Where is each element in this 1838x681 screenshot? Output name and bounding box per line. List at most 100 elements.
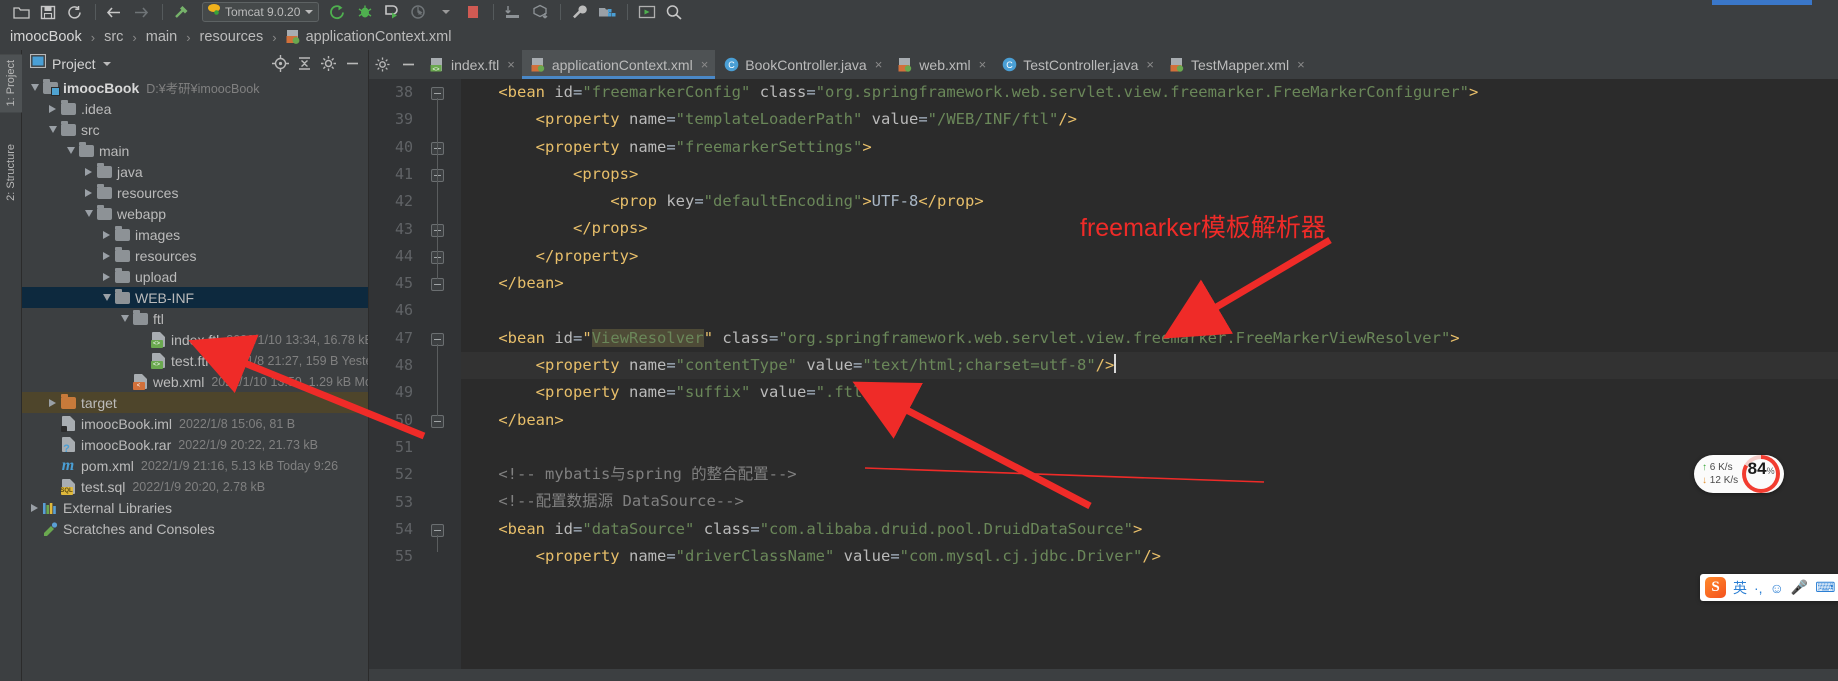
code-line-45[interactable]: </bean> <box>461 270 1838 297</box>
breadcrumb-item-1[interactable]: src <box>104 29 123 45</box>
chevron-down-icon[interactable] <box>118 315 131 322</box>
editor-tab-web-xml[interactable]: web.xml × <box>889 50 994 79</box>
memory-usage-ring[interactable]: 84 % <box>1742 455 1781 493</box>
code-line-53[interactable]: <!--配置数据源 DataSource--> <box>461 488 1838 515</box>
tree-row-test-ftl[interactable]: <> test.ftl 2022/1/8 21:27, 159 B Yester <box>22 350 368 371</box>
chevron-down-icon[interactable] <box>305 10 314 14</box>
breadcrumb-item-2[interactable]: main <box>146 29 177 45</box>
tree-row-webapp[interactable]: webapp <box>22 203 368 224</box>
tree-row-images[interactable]: images <box>22 224 368 245</box>
chevron-right-icon[interactable] <box>100 230 113 239</box>
close-icon[interactable]: × <box>875 57 883 72</box>
tree-row-main[interactable]: main <box>22 140 368 161</box>
search-everywhere-icon[interactable] <box>661 1 687 23</box>
chevron-down-icon[interactable] <box>102 61 111 66</box>
chevron-down-icon[interactable] <box>28 84 41 91</box>
tree-row--idea[interactable]: .idea <box>22 98 368 119</box>
chevron-right-icon[interactable] <box>46 104 59 113</box>
tree-row-resources[interactable]: resources <box>22 245 368 266</box>
sogou-logo-icon[interactable]: S <box>1705 577 1726 598</box>
run-configuration-selector[interactable]: Tomcat 9.0.20 <box>202 2 320 22</box>
code-fold-toggle[interactable] <box>431 414 444 428</box>
editor-tab-applicationcontext-xml[interactable]: applicationContext.xml × <box>521 50 716 79</box>
tree-row-imoocbook[interactable]: imoocBook D:¥考研¥imoocBook <box>22 77 368 98</box>
code-line-38[interactable]: <bean id="freemarkerConfig" class="org.s… <box>461 79 1838 106</box>
code-line-49[interactable]: <property name="suffix" value=".ftl"/> <box>461 379 1838 406</box>
open-folder-icon[interactable] <box>8 1 34 23</box>
tree-row-ftl[interactable]: ftl <box>22 308 368 329</box>
run-icon[interactable] <box>325 1 351 23</box>
tree-row-resources[interactable]: resources <box>22 182 368 203</box>
tree-row-src[interactable]: src <box>22 119 368 140</box>
tree-row-web-xml[interactable]: < web.xml 2022/1/10 13:50, 1.29 kB Mon <box>22 371 368 392</box>
settings-gear-icon[interactable] <box>316 53 340 75</box>
back-icon[interactable] <box>102 1 128 23</box>
punctuation-icon[interactable]: ·, <box>1754 580 1763 596</box>
project-structure-icon[interactable] <box>594 1 620 23</box>
tree-row-index-ftl[interactable]: <> index.ftl 2022/1/10 13:34, 16.78 kB <box>22 329 368 350</box>
collapse-all-icon[interactable] <box>292 53 316 75</box>
chevron-down-icon[interactable] <box>100 294 113 301</box>
run-with-coverage-icon[interactable] <box>379 1 405 23</box>
tree-row-upload[interactable]: upload <box>22 266 368 287</box>
settings-wrench-icon[interactable] <box>567 1 593 23</box>
code-editor[interactable]: 38 39 40 41 42 43 44 45 46 47 48 49 50 51 52 53 54 55 <be… <box>369 79 1838 681</box>
code-line-52[interactable]: <!-- mybatis与spring 的整合配置--> <box>461 461 1838 488</box>
sync-icon[interactable] <box>62 1 88 23</box>
tree-row-pom-xml[interactable]: m pom.xml 2022/1/9 21:16, 5.13 kB Today 9:… <box>22 455 368 476</box>
chevron-right-icon[interactable] <box>46 398 59 407</box>
build-hammer-icon[interactable] <box>169 1 195 23</box>
voice-icon[interactable]: 🎤 <box>1791 579 1808 596</box>
debug-icon[interactable] <box>352 1 378 23</box>
ime-mode-label[interactable]: 英 <box>1733 578 1747 598</box>
code-line-41[interactable]: <props> <box>461 161 1838 188</box>
project-tree[interactable]: imoocBook D:¥考研¥imoocBook .idea src main java… <box>22 77 368 681</box>
rail-tab-project[interactable]: 1: Project <box>0 54 22 113</box>
chevron-right-icon[interactable] <box>82 167 95 176</box>
chevron-right-icon[interactable] <box>28 503 41 512</box>
code-line-40[interactable]: <property name="freemarkerSettings"> <box>461 134 1838 161</box>
close-icon[interactable]: × <box>701 57 709 72</box>
chevron-right-icon[interactable] <box>100 272 113 281</box>
close-icon[interactable]: × <box>507 57 515 72</box>
chevron-right-icon[interactable] <box>100 251 113 260</box>
profile-dropdown-icon[interactable] <box>433 1 459 23</box>
hide-panel-icon[interactable] <box>395 50 421 79</box>
code-line-54[interactable]: <bean id="dataSource" class="com.alibaba… <box>461 516 1838 543</box>
run-anything-icon[interactable] <box>634 1 660 23</box>
tree-row-scratches-and-consoles[interactable]: Scratches and Consoles <box>22 518 368 539</box>
code-fold-toggle[interactable] <box>431 278 444 292</box>
editor-tab-testmapper-xml[interactable]: TestMapper.xml × <box>1161 50 1312 79</box>
code-line-48[interactable]: <property name="contentType" value="text… <box>461 351 1838 380</box>
editor-tab-bookcontroller-java[interactable]: C BookController.java × <box>715 50 890 79</box>
locate-icon[interactable] <box>268 53 292 75</box>
editor-tab-testcontroller-java[interactable]: C TestController.java × <box>993 50 1162 79</box>
editor-tabs[interactable]: <> index.ftl × applicationContext.xml × C Book… <box>421 50 1312 79</box>
stop-icon[interactable] <box>460 1 486 23</box>
save-all-icon[interactable] <box>35 1 61 23</box>
code-line-51[interactable] <box>461 434 1838 461</box>
code-line-39[interactable]: <property name="templateLoaderPath" valu… <box>461 106 1838 133</box>
keyboard-icon[interactable]: ⌨ <box>1815 579 1835 596</box>
tree-row-target[interactable]: target <box>22 392 368 413</box>
tree-row-imoocbook-iml[interactable]: imoocBook.iml 2022/1/8 15:06, 81 B <box>22 413 368 434</box>
tree-row-test-sql[interactable]: SQL test.sql 2022/1/9 20:20, 2.78 kB <box>22 476 368 497</box>
chevron-down-icon[interactable] <box>82 210 95 217</box>
close-icon[interactable]: × <box>1297 57 1305 72</box>
chevron-right-icon[interactable] <box>82 188 95 197</box>
breadcrumb-item-4[interactable]: applicationContext.xml <box>306 29 452 45</box>
code-line-50[interactable]: </bean> <box>461 407 1838 434</box>
network-speed-widget[interactable]: ↑ 6 K/s ↓ 12 K/s 84 % <box>1694 455 1785 493</box>
sogou-ime-bar[interactable]: S 英 ·, ☺ 🎤 ⌨ <box>1700 574 1838 601</box>
breadcrumb-item-0[interactable]: imoocBook <box>10 29 82 45</box>
chevron-down-icon[interactable] <box>64 147 77 154</box>
tree-row-web-inf[interactable]: WEB-INF <box>22 287 368 308</box>
emoji-icon[interactable]: ☺ <box>1770 580 1784 596</box>
code-line-55[interactable]: <property name="driverClassName" value="… <box>461 543 1838 570</box>
hide-icon[interactable] <box>340 53 364 75</box>
tree-row-external-libraries[interactable]: External Libraries <box>22 497 368 518</box>
code-line-47[interactable]: <bean id="ViewResolver" class="org.sprin… <box>461 325 1838 352</box>
tree-row-java[interactable]: java <box>22 161 368 182</box>
code-line-46[interactable] <box>461 297 1838 324</box>
editor-tab-index-ftl[interactable]: <> index.ftl × <box>421 50 522 79</box>
